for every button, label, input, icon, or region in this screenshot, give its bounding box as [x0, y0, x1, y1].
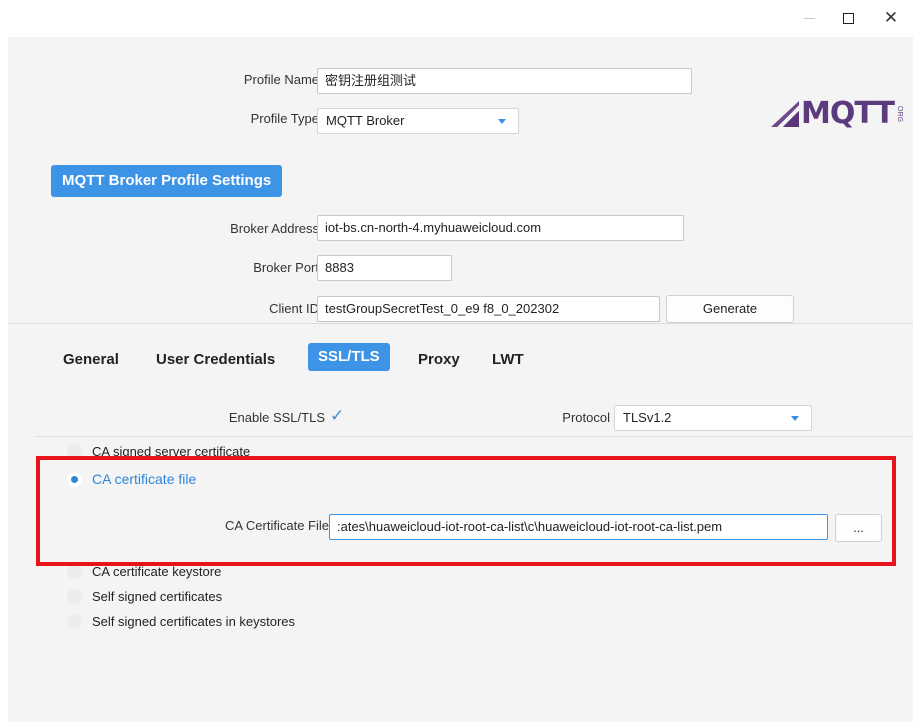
radio-icon: [67, 564, 82, 579]
enable-ssl-label: Enable SSL/TLS: [228, 410, 325, 425]
broker-port-label: Broker Port: [253, 260, 319, 275]
chevron-down-icon: [791, 416, 799, 421]
tab-lwt[interactable]: LWT: [492, 346, 524, 374]
tab-user-credentials[interactable]: User Credentials: [156, 346, 275, 374]
ssl-divider: [35, 436, 913, 437]
profile-editor-panel: Profile Name 密钥注册组测试 Profile Type MQTT B…: [8, 37, 913, 722]
close-icon: ✕: [883, 8, 899, 27]
client-id-input[interactable]: testGroupSecretTest_0_e9 f8_0_202302: [317, 296, 660, 322]
option-label: Self signed certificates in keystores: [92, 614, 296, 629]
client-id-label: Client ID: [269, 301, 319, 316]
profile-type-value: MQTT Broker: [326, 113, 405, 128]
option-label: Self signed certificates: [92, 589, 223, 604]
broker-profile-settings-header[interactable]: MQTT Broker Profile Settings: [51, 165, 283, 197]
broker-address-label: Broker Address: [230, 221, 319, 236]
minimize-button[interactable]: [787, 0, 831, 36]
profile-name-label: Profile Name: [243, 72, 319, 87]
maximize-button[interactable]: [826, 0, 870, 36]
radio-icon: [67, 589, 82, 604]
protocol-label: Protocol: [562, 410, 610, 425]
section-divider: [8, 323, 913, 324]
broker-port-input[interactable]: 8883: [317, 255, 452, 281]
profile-name-input[interactable]: 密钥注册组测试: [317, 68, 692, 94]
tab-ssl-tls[interactable]: SSL/TLS: [308, 343, 390, 371]
tab-general[interactable]: General: [63, 346, 119, 374]
mqtt-logo-mark: [771, 101, 799, 127]
profile-type-label: Profile Type: [250, 111, 319, 126]
broker-address-input[interactable]: iot-bs.cn-north-4.myhuaweicloud.com: [317, 215, 684, 241]
mqtt-logo-text: MQTT: [801, 96, 895, 131]
option-label: CA certificate keystore: [92, 564, 222, 579]
enable-ssl-checkbox[interactable]: ✓: [330, 406, 344, 426]
chevron-down-icon: [498, 119, 506, 124]
option-self-signed-keystores[interactable]: Self signed certificates in keystores: [67, 614, 295, 629]
option-self-signed-certificates[interactable]: Self signed certificates: [67, 589, 222, 604]
generate-button[interactable]: Generate: [666, 295, 794, 323]
profile-type-select[interactable]: MQTT Broker: [317, 108, 519, 134]
close-button[interactable]: ✕: [869, 0, 913, 36]
radio-icon: [67, 614, 82, 629]
highlight-annotation-box: [36, 456, 896, 566]
tab-proxy[interactable]: Proxy: [418, 346, 460, 374]
minimize-icon: [803, 17, 815, 19]
protocol-value: TLSv1.2: [623, 410, 672, 425]
mqtt-logo-org: ORG: [895, 106, 903, 122]
protocol-select[interactable]: TLSv1.2: [614, 405, 812, 431]
option-ca-certificate-keystore[interactable]: CA certificate keystore: [67, 564, 221, 579]
mqtt-logo: MQTT ORG: [771, 99, 903, 129]
maximize-icon: [842, 12, 854, 24]
